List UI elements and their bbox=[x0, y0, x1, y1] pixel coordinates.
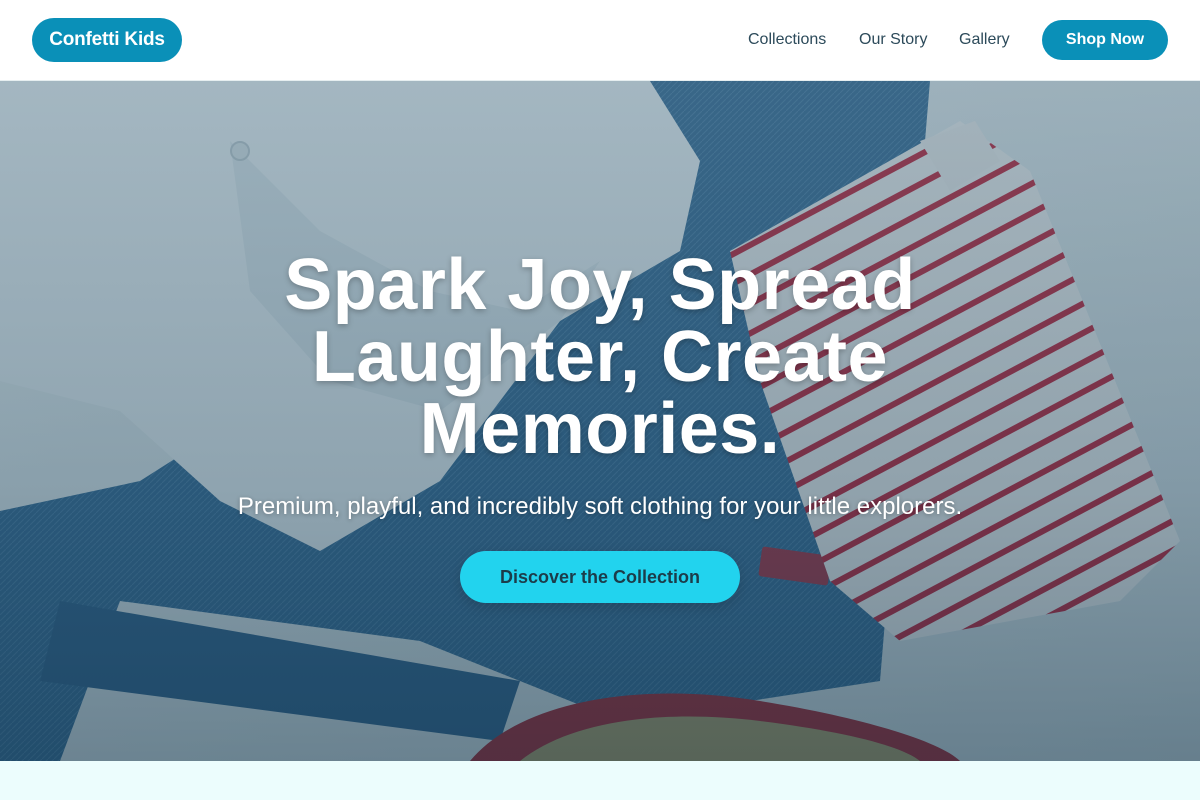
site-header: Confetti Kids Collections Our Story Gall… bbox=[0, 0, 1200, 81]
hero-headline: Spark Joy, Spread Laughter, Create Memor… bbox=[284, 245, 916, 469]
hero-section: Spark Joy, Spread Laughter, Create Memor… bbox=[0, 81, 1200, 761]
hero-subheadline: Premium, playful, and incredibly soft cl… bbox=[237, 493, 963, 520]
nav-link-gallery[interactable]: Gallery bbox=[959, 31, 1010, 49]
nav-link-our-story[interactable]: Our Story bbox=[859, 31, 927, 49]
nav-link-collections[interactable]: Collections bbox=[748, 31, 826, 49]
next-section-strip bbox=[0, 761, 1200, 800]
brand-logo[interactable]: Confetti Kids bbox=[32, 18, 182, 62]
shop-now-button[interactable]: Shop Now bbox=[1042, 20, 1168, 60]
discover-collection-button[interactable]: Discover the Collection bbox=[460, 551, 740, 603]
